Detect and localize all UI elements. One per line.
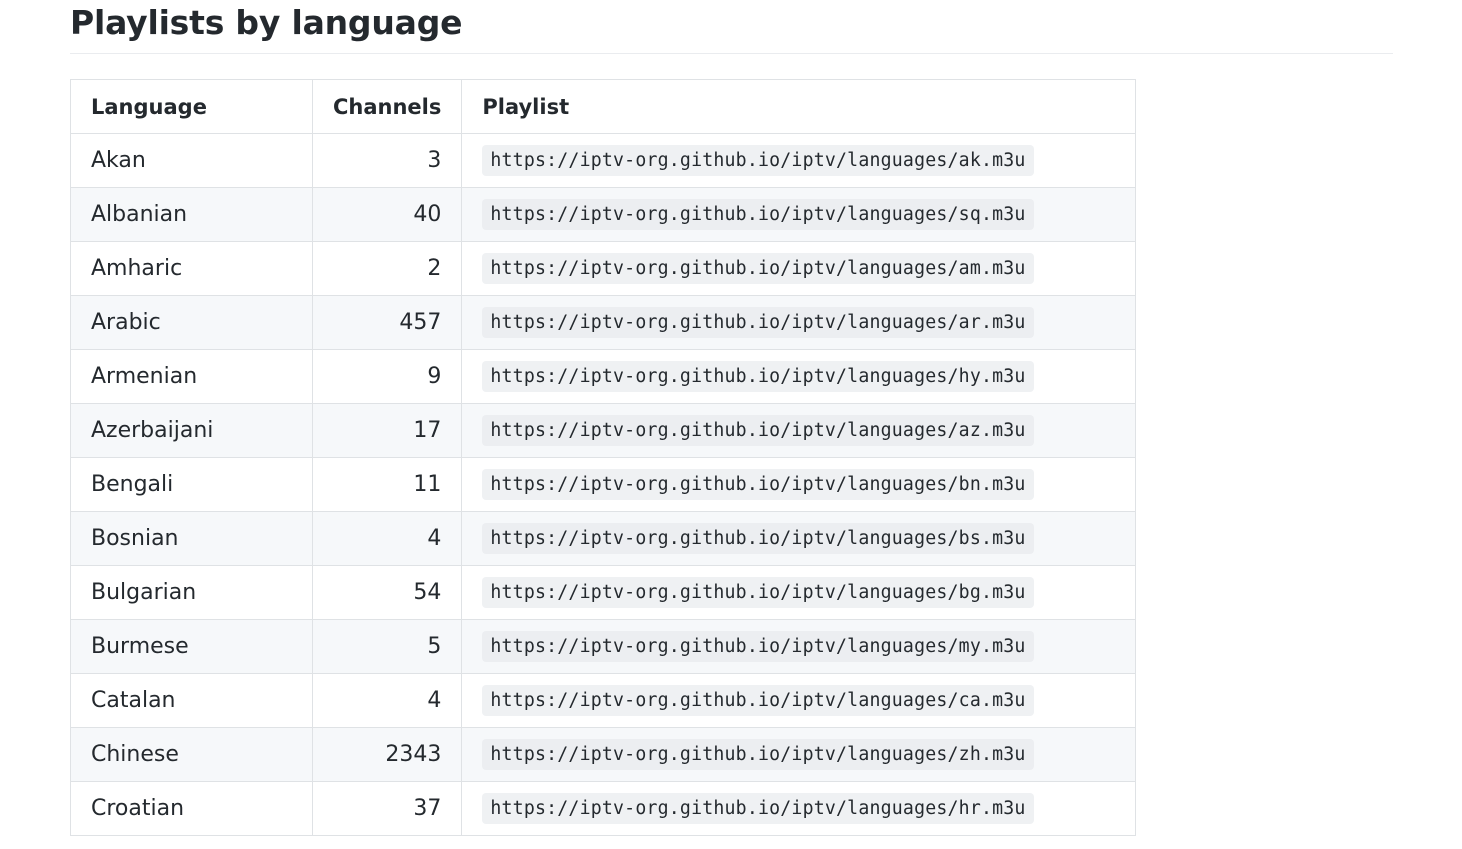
channels-count-cell: 4 — [311, 511, 463, 566]
playlist-cell: https://iptv-org.github.io/iptv/language… — [461, 457, 1137, 512]
playlist-url[interactable]: https://iptv-org.github.io/iptv/language… — [482, 307, 1034, 338]
channels-count-cell: 3 — [311, 133, 463, 188]
channels-count-cell: 457 — [311, 295, 463, 350]
language-cell: Burmese — [70, 619, 313, 674]
playlist-url[interactable]: https://iptv-org.github.io/iptv/language… — [482, 253, 1034, 284]
playlist-cell: https://iptv-org.github.io/iptv/language… — [461, 619, 1137, 674]
language-cell: Bosnian — [70, 511, 313, 566]
language-cell: Catalan — [70, 673, 313, 728]
table-row: Croatian 37 https://iptv-org.github.io/ipt… — [70, 781, 1137, 836]
playlist-url[interactable]: https://iptv-org.github.io/iptv/language… — [482, 523, 1034, 554]
table-body: Akan 3 https://iptv-org.github.io/iptv/lan… — [70, 133, 1137, 836]
playlist-cell: https://iptv-org.github.io/iptv/language… — [461, 781, 1137, 836]
channels-count-cell: 40 — [311, 187, 463, 242]
playlist-cell: https://iptv-org.github.io/iptv/language… — [461, 511, 1137, 566]
column-header-playlist: Playlist — [461, 79, 1137, 134]
table-row: Amharic 2 https://iptv-org.github.io/iptv/… — [70, 241, 1137, 296]
channels-count-cell: 11 — [311, 457, 463, 512]
playlist-url[interactable]: https://iptv-org.github.io/iptv/language… — [482, 415, 1034, 446]
language-cell: Akan — [70, 133, 313, 188]
channels-count-cell: 5 — [311, 619, 463, 674]
table-row: Arabic 457 https://iptv-org.github.io/iptv… — [70, 295, 1137, 350]
playlist-cell: https://iptv-org.github.io/iptv/language… — [461, 349, 1137, 404]
language-cell: Chinese — [70, 727, 313, 782]
table-row: Azerbaijani 17 https://iptv-org.github.io/… — [70, 403, 1137, 458]
playlist-cell: https://iptv-org.github.io/iptv/language… — [461, 565, 1137, 620]
table-row: Akan 3 https://iptv-org.github.io/iptv/lan… — [70, 133, 1137, 188]
playlist-url[interactable]: https://iptv-org.github.io/iptv/language… — [482, 631, 1034, 662]
column-header-language: Language — [70, 79, 313, 134]
playlist-cell: https://iptv-org.github.io/iptv/language… — [461, 241, 1137, 296]
readme-content: Playlists by language Language Channels … — [70, 0, 1393, 836]
language-cell: Azerbaijani — [70, 403, 313, 458]
table-row: Albanian 40 https://iptv-org.github.io/ipt… — [70, 187, 1137, 242]
playlist-url[interactable]: https://iptv-org.github.io/iptv/language… — [482, 199, 1034, 230]
playlist-url[interactable]: https://iptv-org.github.io/iptv/language… — [482, 361, 1034, 392]
channels-count-cell: 37 — [311, 781, 463, 836]
table-row: Bosnian 4 https://iptv-org.github.io/iptv/… — [70, 511, 1137, 566]
playlist-cell: https://iptv-org.github.io/iptv/language… — [461, 187, 1137, 242]
column-header-channels: Channels — [311, 79, 463, 134]
playlist-url[interactable]: https://iptv-org.github.io/iptv/language… — [482, 793, 1034, 824]
playlist-url[interactable]: https://iptv-org.github.io/iptv/language… — [482, 739, 1034, 770]
playlists-table: Language Channels Playlist Akan 3 https://… — [70, 79, 1137, 836]
channels-count-cell: 54 — [311, 565, 463, 620]
language-cell: Armenian — [70, 349, 313, 404]
playlist-cell: https://iptv-org.github.io/iptv/language… — [461, 133, 1137, 188]
playlist-url[interactable]: https://iptv-org.github.io/iptv/language… — [482, 685, 1034, 716]
playlist-cell: https://iptv-org.github.io/iptv/language… — [461, 403, 1137, 458]
language-cell: Albanian — [70, 187, 313, 242]
language-cell: Croatian — [70, 781, 313, 836]
playlist-cell: https://iptv-org.github.io/iptv/language… — [461, 673, 1137, 728]
table-row: Catalan 4 https://iptv-org.github.io/iptv/… — [70, 673, 1137, 728]
channels-count-cell: 2343 — [311, 727, 463, 782]
table-row: Armenian 9 https://iptv-org.github.io/iptv… — [70, 349, 1137, 404]
table-row: Burmese 5 https://iptv-org.github.io/iptv/… — [70, 619, 1137, 674]
table-row: Bulgarian 54 https://iptv-org.github.io/ip… — [70, 565, 1137, 620]
channels-count-cell: 4 — [311, 673, 463, 728]
table-row: Bengali 11 https://iptv-org.github.io/iptv… — [70, 457, 1137, 512]
section-title: Playlists by language — [70, 3, 463, 42]
language-cell: Arabic — [70, 295, 313, 350]
channels-count-cell: 9 — [311, 349, 463, 404]
playlist-cell: https://iptv-org.github.io/iptv/language… — [461, 295, 1137, 350]
header-row: Language Channels Playlist — [70, 79, 1137, 134]
channels-count-cell: 17 — [311, 403, 463, 458]
channels-count-cell: 2 — [311, 241, 463, 296]
language-cell: Bulgarian — [70, 565, 313, 620]
table-header: Language Channels Playlist — [70, 79, 1137, 134]
playlist-cell: https://iptv-org.github.io/iptv/language… — [461, 727, 1137, 782]
language-cell: Bengali — [70, 457, 313, 512]
playlist-url[interactable]: https://iptv-org.github.io/iptv/language… — [482, 469, 1034, 500]
playlist-url[interactable]: https://iptv-org.github.io/iptv/language… — [482, 577, 1034, 608]
table-row: Chinese 2343 https://iptv-org.github.io/ip… — [70, 727, 1137, 782]
title-divider — [70, 53, 1393, 54]
playlist-url[interactable]: https://iptv-org.github.io/iptv/language… — [482, 145, 1034, 176]
language-cell: Amharic — [70, 241, 313, 296]
